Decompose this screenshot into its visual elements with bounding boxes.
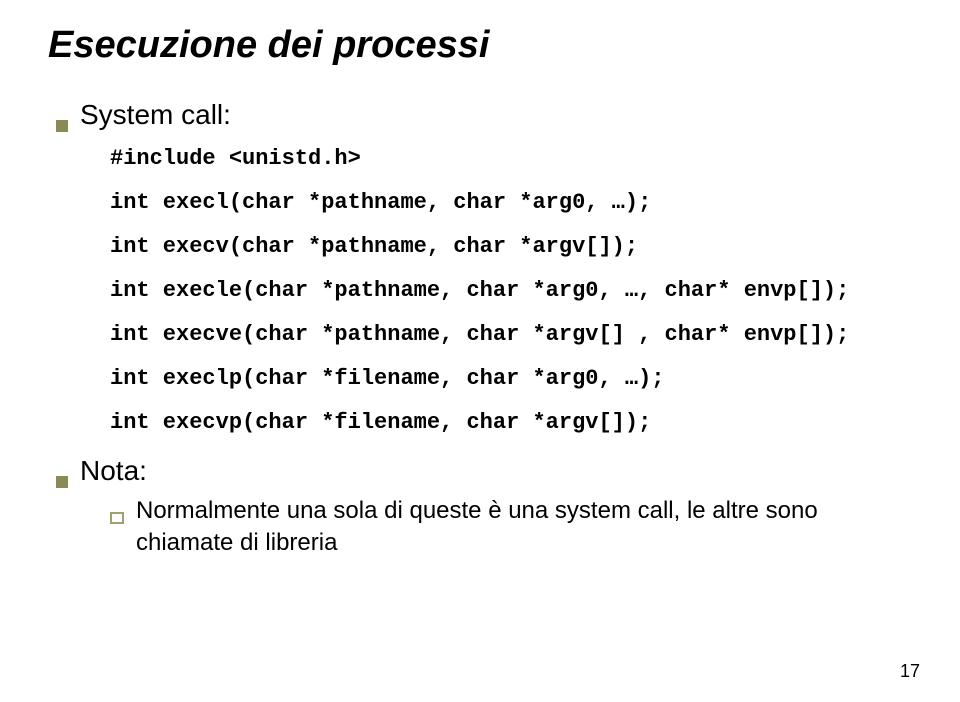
code-block: #include <unistd.h> int execl(char *path… — [110, 137, 912, 445]
code-line: int execlp(char *filename, char *arg0, …… — [110, 366, 665, 391]
bullet-item: Nota: — [56, 455, 912, 487]
code-line: int execl(char *pathname, char *arg0, …)… — [110, 190, 651, 215]
code-line: int execv(char *pathname, char *argv[]); — [110, 234, 638, 259]
square-bullet-icon — [56, 476, 68, 488]
section-heading: Nota: — [80, 455, 147, 487]
code-line: int execvp(char *filename, char *argv[])… — [110, 410, 651, 435]
section-heading: System call: — [80, 99, 231, 131]
code-line: int execle(char *pathname, char *arg0, …… — [110, 278, 849, 303]
slide-title: Esecuzione dei processi — [48, 24, 912, 67]
slide-content: System call: #include <unistd.h> int exe… — [48, 99, 912, 560]
outline-square-bullet-icon — [110, 512, 124, 524]
code-line: int execve(char *pathname, char *argv[] … — [110, 322, 849, 347]
page-number: 17 — [900, 661, 920, 682]
bullet-item: System call: — [56, 99, 912, 131]
sub-bullet-item: Normalmente una sola di queste è una sys… — [110, 495, 912, 560]
code-line: #include <unistd.h> — [110, 146, 361, 171]
square-bullet-icon — [56, 120, 68, 132]
sub-item-text: Normalmente una sola di queste è una sys… — [136, 495, 912, 560]
